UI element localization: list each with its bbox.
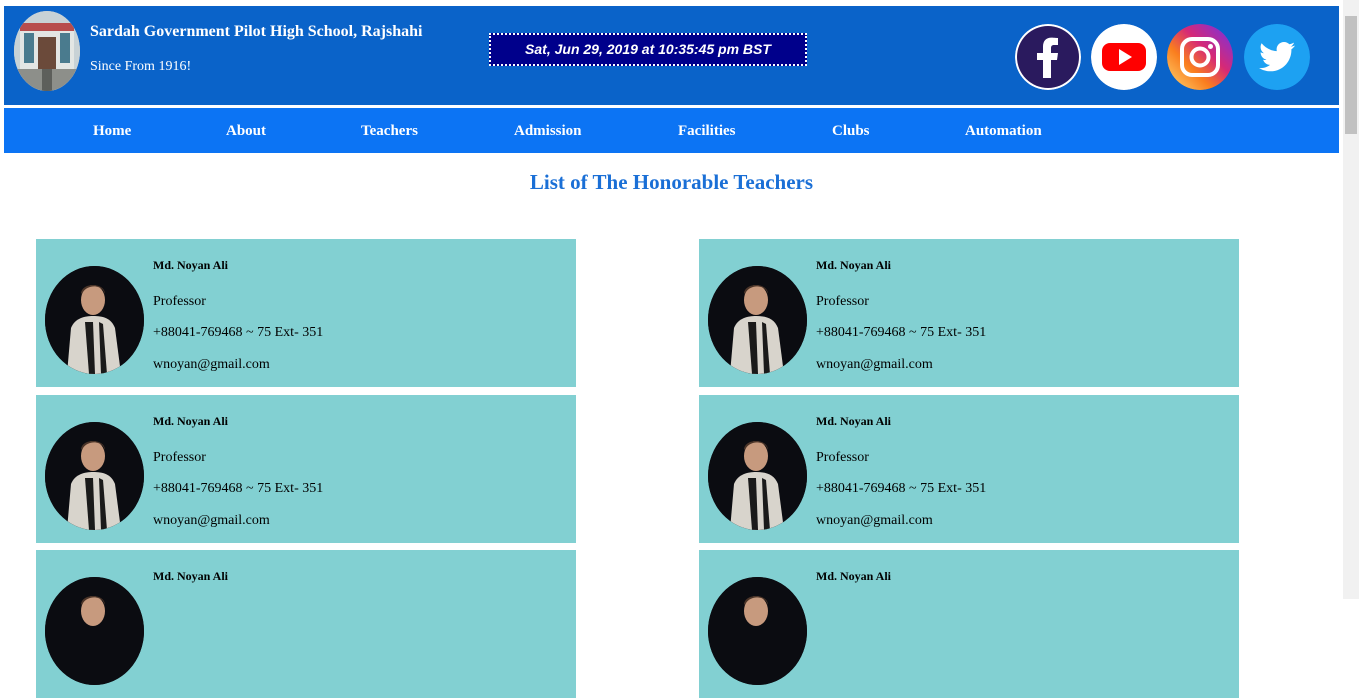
teacher-title: Professor (153, 450, 206, 465)
teacher-phone: +88041-769468 ~ 75 Ext- 351 (816, 325, 987, 340)
school-logo[interactable] (14, 11, 80, 91)
teacher-avatar (708, 577, 807, 685)
page-title: List of The Honorable Teachers (529, 170, 814, 194)
school-name: Sardah Government Pilot High School, Raj… (90, 23, 423, 40)
instagram-icon[interactable] (1167, 24, 1233, 90)
teacher-title: Professor (816, 450, 869, 465)
teacher-name: Md. Noyan Ali (153, 414, 229, 428)
teacher-card: Md. Noyan Ali Professor +88041-769468 ~ … (36, 395, 576, 543)
teacher-name: Md. Noyan Ali (153, 258, 229, 272)
datetime-display: Sat, Jun 29, 2019 at 10:35:45 pm BST (489, 33, 807, 66)
nav-teachers[interactable]: Teachers (361, 108, 418, 153)
teacher-email[interactable]: wnoyan@gmail.com (816, 357, 933, 373)
teacher-avatar (708, 422, 807, 530)
teacher-avatar (45, 577, 144, 685)
teacher-name: Md. Noyan Ali (153, 569, 229, 583)
teacher-name: Md. Noyan Ali (816, 414, 892, 428)
since-text: Since From 1916! (90, 59, 192, 74)
teacher-card: Md. Noyan Ali Professor +88041-769468 ~ … (36, 239, 576, 387)
teacher-phone: +88041-769468 ~ 75 Ext- 351 (816, 481, 987, 496)
site-header: Sardah Government Pilot High School, Raj… (4, 6, 1339, 105)
youtube-icon[interactable] (1091, 24, 1157, 90)
teacher-avatar (45, 422, 144, 530)
teacher-card: Md. Noyan Ali (36, 550, 576, 698)
teacher-phone: +88041-769468 ~ 75 Ext- 351 (153, 325, 324, 340)
teacher-email[interactable]: wnoyan@gmail.com (153, 357, 270, 373)
teacher-title: Professor (816, 294, 869, 309)
teacher-email[interactable]: wnoyan@gmail.com (816, 513, 933, 529)
nav-admission[interactable]: Admission (514, 108, 582, 153)
nav-clubs[interactable]: Clubs (832, 108, 870, 153)
nav-facilities[interactable]: Facilities (678, 108, 735, 153)
vertical-scrollbar[interactable] (1343, 0, 1359, 599)
teacher-email[interactable]: wnoyan@gmail.com (153, 513, 270, 529)
teacher-name: Md. Noyan Ali (816, 569, 892, 583)
nav-home[interactable]: Home (93, 108, 131, 153)
teacher-avatar (708, 266, 807, 374)
teacher-card: Md. Noyan Ali Professor +88041-769468 ~ … (699, 395, 1239, 543)
nav-automation[interactable]: Automation (965, 108, 1042, 153)
teacher-phone: +88041-769468 ~ 75 Ext- 351 (153, 481, 324, 496)
scrollbar-thumb[interactable] (1345, 16, 1357, 134)
twitter-icon[interactable] (1244, 24, 1310, 90)
teacher-card: Md. Noyan Ali Professor +88041-769468 ~ … (699, 239, 1239, 387)
teacher-avatar (45, 266, 144, 374)
main-nav: Home About Teachers Admission Facilities… (4, 108, 1339, 153)
facebook-icon[interactable] (1015, 24, 1081, 90)
nav-about[interactable]: About (226, 108, 266, 153)
teacher-name: Md. Noyan Ali (816, 258, 892, 272)
teacher-card: Md. Noyan Ali (699, 550, 1239, 698)
teacher-title: Professor (153, 294, 206, 309)
